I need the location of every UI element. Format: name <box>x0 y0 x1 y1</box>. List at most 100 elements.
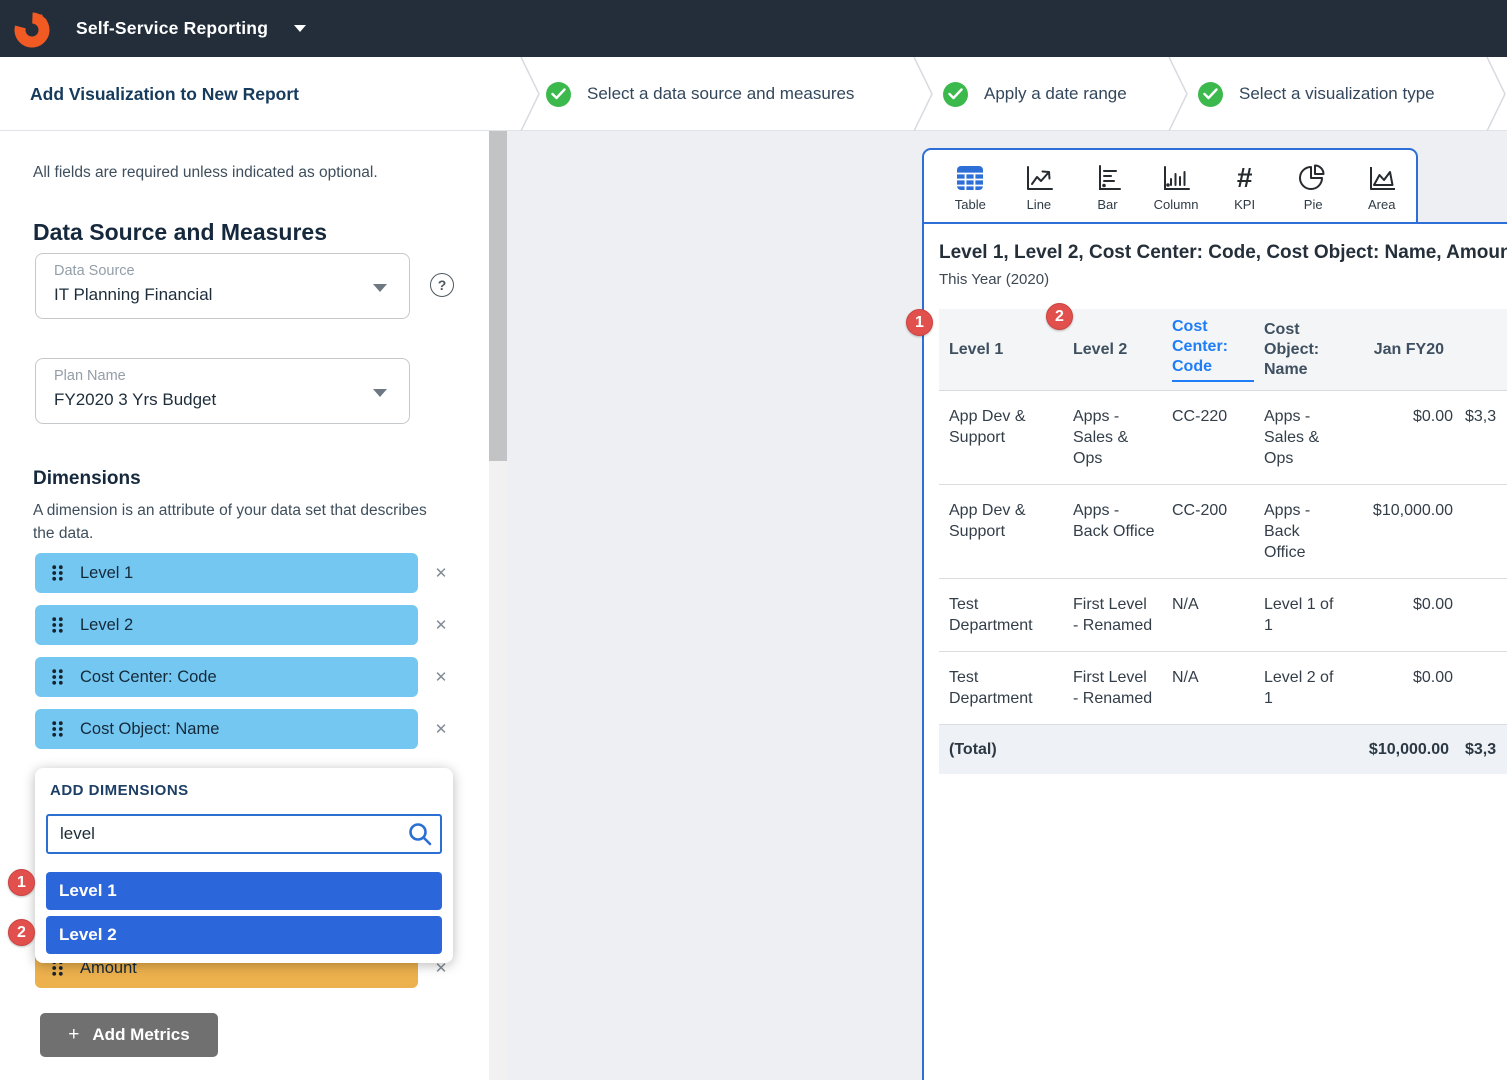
annotation-badge-1: 1 <box>8 869 35 896</box>
step-label: Select a visualization type <box>1239 84 1435 104</box>
dimension-chip-level-2[interactable]: Level 2 <box>35 605 418 645</box>
pie-chart-icon <box>1297 161 1329 195</box>
viz-type-pie[interactable]: Pie <box>1279 161 1348 212</box>
sidebar-scrollbar[interactable] <box>489 131 507 1080</box>
column-header-cost-object-name[interactable]: Cost Object: Name <box>1254 309 1345 391</box>
column-chart-icon <box>1160 161 1192 195</box>
option-label: Level 2 <box>59 925 117 945</box>
viz-type-table[interactable]: Table <box>936 161 1005 212</box>
dimensions-title: Dimensions <box>33 468 141 490</box>
check-circle-icon <box>943 82 968 107</box>
option-label: Level 1 <box>59 881 117 901</box>
drag-handle-icon[interactable] <box>52 669 63 685</box>
report-title: Level 1, Level 2, Cost Center: Code, Cos… <box>939 242 1507 264</box>
cell: First Level - Renamed <box>1063 579 1162 652</box>
step-data-source[interactable]: Select a data source and measures <box>546 57 854 131</box>
dimension-option-level-1[interactable]: Level 1 <box>46 872 442 910</box>
chevron-down-icon <box>373 284 387 292</box>
kpi-hash-icon: # <box>1237 161 1253 195</box>
viz-type-bar[interactable]: Bar <box>1073 161 1142 212</box>
column-header-feb-fy20[interactable]: Feb FY20 <box>1455 309 1507 391</box>
cell: CC-200 <box>1162 485 1254 579</box>
bar-chart-icon <box>1091 161 1123 195</box>
cell: Apps - Sales & Ops <box>1063 391 1162 485</box>
field-label: Plan Name <box>54 368 126 384</box>
annotation-badge-1: 1 <box>906 309 933 336</box>
drag-handle-icon[interactable] <box>52 721 63 737</box>
viz-type-label: KPI <box>1234 197 1255 212</box>
dimension-option-level-2[interactable]: Level 2 <box>46 916 442 954</box>
table-icon <box>954 161 986 195</box>
dimension-chip-cost-center-code[interactable]: Cost Center: Code <box>35 657 418 697</box>
chip-label: Cost Object: Name <box>80 720 219 739</box>
table-row: Test Department First Level - Renamed N/… <box>939 652 1507 725</box>
cell: CC-220 <box>1162 391 1254 485</box>
step-date-range[interactable]: Apply a date range <box>943 57 1127 131</box>
cell: App Dev & Support <box>939 485 1063 579</box>
add-dimensions-panel: ADD DIMENSIONS Level 1 Level 2 <box>35 768 453 963</box>
viz-type-label: Bar <box>1097 197 1117 212</box>
step-visualization-type[interactable]: Select a visualization type <box>1198 57 1435 131</box>
data-source-select[interactable]: Data Source IT Planning Financial <box>35 253 410 319</box>
chip-label: Level 1 <box>80 564 133 583</box>
cell: Apps - Sales & Ops <box>1254 391 1345 485</box>
viz-type-label: Line <box>1027 197 1052 212</box>
column-header-level-1[interactable]: Level 1 <box>939 309 1063 391</box>
step-label: Select a data source and measures <box>587 84 854 104</box>
viz-type-label: Pie <box>1304 197 1323 212</box>
viz-type-line[interactable]: Line <box>1005 161 1074 212</box>
add-metrics-button[interactable]: + Add Metrics <box>40 1013 218 1057</box>
line-chart-icon <box>1023 161 1055 195</box>
viz-type-column[interactable]: Column <box>1142 161 1211 212</box>
annotation-badge-2: 2 <box>8 919 35 946</box>
stepper-bar: Add Visualization to New Report Select a… <box>0 57 1507 131</box>
total-label: (Total) <box>939 725 1063 775</box>
cell: Apps - Back Office <box>1254 485 1345 579</box>
field-label: Data Source <box>54 263 135 279</box>
add-dimensions-search-input[interactable] <box>46 814 442 854</box>
cell <box>1455 485 1507 579</box>
report-preview-panel: Level 1, Level 2, Cost Center: Code, Cos… <box>922 222 1507 1080</box>
remove-dimension-icon[interactable]: ✕ <box>428 560 454 586</box>
table-row: Test Department First Level - Renamed N/… <box>939 579 1507 652</box>
plan-name-select[interactable]: Plan Name FY2020 3 Yrs Budget <box>35 358 410 424</box>
cell: Test Department <box>939 652 1063 725</box>
page-title: Add Visualization to New Report <box>30 57 299 131</box>
viz-type-label: Area <box>1368 197 1395 212</box>
cell: $0.00 <box>1345 652 1455 725</box>
table-total-row: (Total) $10,000.00 $3,3 <box>939 725 1507 775</box>
chevron-down-icon <box>294 25 306 32</box>
viz-type-kpi[interactable]: # KPI <box>1210 161 1279 212</box>
viz-type-area[interactable]: Area <box>1347 161 1416 212</box>
chip-label: Level 2 <box>80 616 133 635</box>
column-header-cost-center-code[interactable]: Cost Center: Code <box>1162 309 1254 391</box>
remove-dimension-icon[interactable]: ✕ <box>428 664 454 690</box>
viz-type-label: Table <box>955 197 986 212</box>
cell: $0.00 <box>1345 579 1455 652</box>
column-header-jan-fy20[interactable]: Jan FY20 <box>1345 309 1455 391</box>
report-table: Level 1 Level 2 Cost Center: Code Cost O… <box>939 309 1507 774</box>
preview-area: Table Line Bar <box>507 131 1507 1080</box>
cell: $3,3 <box>1455 391 1507 485</box>
remove-dimension-icon[interactable]: ✕ <box>428 612 454 638</box>
cell: App Dev & Support <box>939 391 1063 485</box>
check-circle-icon <box>546 82 571 107</box>
help-icon[interactable]: ? <box>430 273 454 297</box>
table-row: App Dev & Support Apps - Back Office CC-… <box>939 485 1507 579</box>
cell: Level 1 of 1 <box>1254 579 1345 652</box>
dimension-chip-level-1[interactable]: Level 1 <box>35 553 418 593</box>
table-header-row: Level 1 Level 2 Cost Center: Code Cost O… <box>939 309 1507 391</box>
annotation-badge-2: 2 <box>1046 303 1073 330</box>
drag-handle-icon[interactable] <box>52 617 63 633</box>
drag-handle-icon[interactable] <box>52 565 63 581</box>
app-switcher-button[interactable]: Self-Service Reporting <box>76 0 306 57</box>
dimension-chip-cost-object-name[interactable]: Cost Object: Name <box>35 709 418 749</box>
dimensions-description: A dimension is an attribute of your data… <box>33 499 438 545</box>
scrollbar-thumb[interactable] <box>489 131 507 461</box>
visualization-type-toolbar: Table Line Bar <box>922 148 1418 224</box>
column-header-level-2[interactable]: Level 2 <box>1063 309 1162 391</box>
remove-dimension-icon[interactable]: ✕ <box>428 716 454 742</box>
section-title: Data Source and Measures <box>33 219 327 246</box>
chevron-down-icon <box>373 389 387 397</box>
add-dimensions-title: ADD DIMENSIONS <box>50 782 189 799</box>
